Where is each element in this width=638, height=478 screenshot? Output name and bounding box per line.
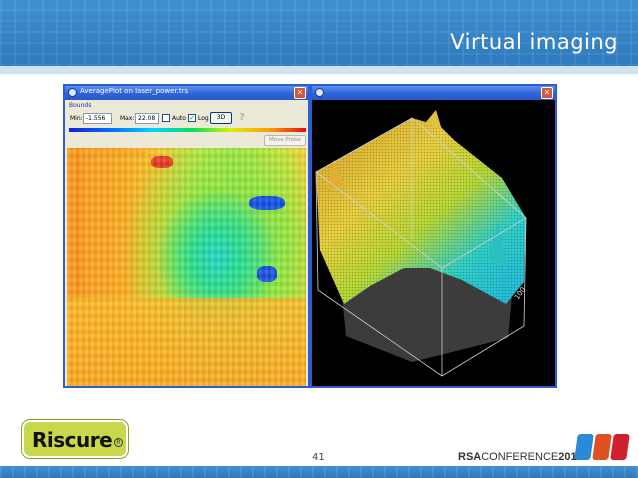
rsa-tile-orange: [592, 434, 612, 460]
header-underline: [0, 66, 638, 74]
heatmap-hotspot-red: [151, 156, 173, 168]
close-icon[interactable]: ✕: [541, 87, 553, 99]
surface-plot-titlebar[interactable]: ✕: [312, 86, 555, 100]
rsa-logo-bold: RSA: [458, 451, 482, 463]
rsa-tile-blue: [574, 434, 594, 460]
min-label: Min:: [70, 115, 83, 122]
app-icon: [315, 88, 324, 97]
heatmap-hotspot-blue-lower: [257, 266, 277, 282]
rsa-tiles-logo: [574, 434, 630, 462]
surface-plot-window: ✕ 100: [310, 84, 557, 388]
log-checkbox[interactable]: ✓: [188, 114, 196, 122]
page-number: 41: [312, 452, 325, 463]
bounds-label: Bounds: [69, 102, 92, 109]
average-plot-title: AveragePlot on laser_power.trs: [80, 87, 189, 95]
average-plot-titlebar[interactable]: AveragePlot on laser_power.trs ✕: [65, 86, 308, 100]
log-label: Log: [198, 115, 209, 122]
max-label: Max:: [120, 115, 135, 122]
max-field[interactable]: 22.08: [135, 113, 159, 124]
registered-mark-icon: R: [114, 438, 123, 447]
heatmap-trace-left: [75, 148, 81, 298]
close-icon[interactable]: ✕: [294, 87, 306, 99]
heatmap-hotspot-blue-upper: [249, 196, 285, 210]
rsa-logo-conference: CONFERENCE: [481, 451, 559, 463]
bounds-controls: Min: -1.556 Max: 22.08 Auto ✓ Log 3D ?: [68, 112, 306, 126]
min-field[interactable]: -1.556: [83, 113, 112, 124]
3d-surface-plot[interactable]: 100: [312, 100, 555, 386]
auto-label: Auto: [172, 115, 186, 122]
heatmap-lower-region: [67, 298, 306, 386]
rsa-conference-logo: RSACONFERENCE2010: [458, 451, 583, 463]
color-scale-bar: [69, 128, 306, 132]
heatmap-trace-top: [87, 150, 147, 155]
rsa-tile-red: [610, 434, 630, 460]
heatmap-image[interactable]: [67, 148, 306, 386]
footer-band: [0, 466, 638, 478]
help-icon[interactable]: ?: [239, 112, 249, 124]
3d-button[interactable]: 3D: [210, 112, 232, 124]
auto-checkbox[interactable]: [162, 114, 170, 122]
app-icon: [68, 88, 77, 97]
average-plot-window: AveragePlot on laser_power.trs ✕ Bounds …: [63, 84, 310, 388]
move-probe-button[interactable]: Move Probe: [264, 135, 306, 146]
riscure-logo: Riscure R: [22, 420, 128, 458]
slide-title: Virtual imaging: [450, 30, 618, 54]
riscure-logo-text: Riscure: [32, 428, 113, 452]
